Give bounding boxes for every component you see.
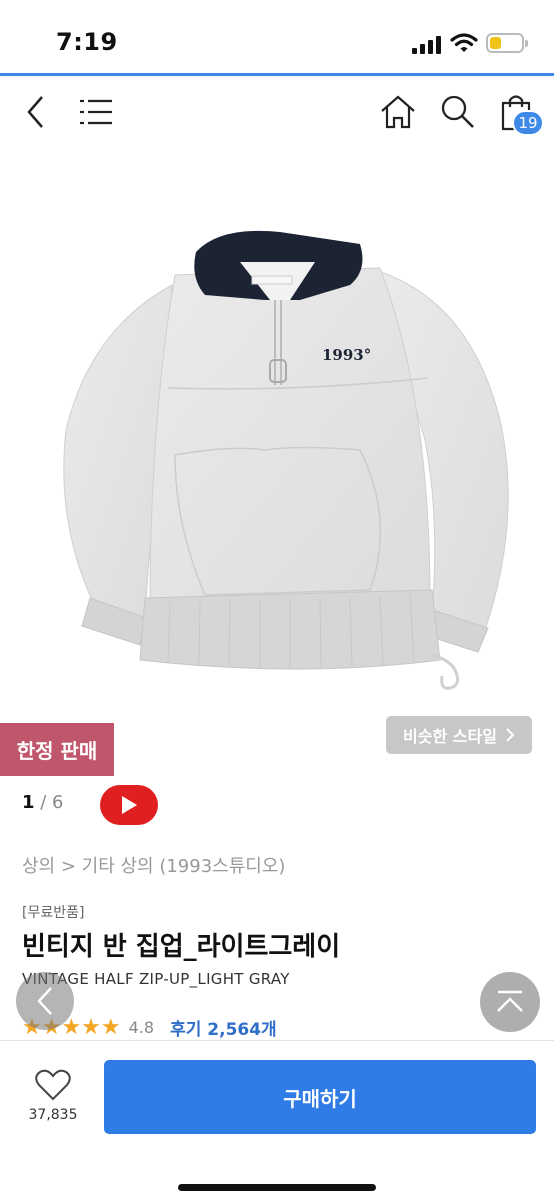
cart-count-badge[interactable]: 19 <box>512 110 544 136</box>
home-icon[interactable] <box>378 92 418 132</box>
chevron-right-icon <box>506 728 515 742</box>
back-icon[interactable] <box>16 92 56 132</box>
bottom-bar: 37,835 구매하기 <box>0 1040 554 1200</box>
status-bar: 7:19 <box>0 0 554 74</box>
like-count: 37,835 <box>28 1107 78 1123</box>
similar-style-label: 비슷한 스타일 <box>403 727 497 746</box>
similar-style-button[interactable]: 비슷한 스타일 <box>386 716 532 754</box>
nav-bar <box>0 76 554 146</box>
video-play-button[interactable] <box>100 785 158 825</box>
pager-total: 6 <box>52 792 64 813</box>
search-icon[interactable] <box>438 92 478 132</box>
buy-button[interactable]: 구매하기 <box>104 1060 536 1134</box>
menu-icon[interactable] <box>76 92 116 132</box>
heart-icon <box>35 1069 71 1101</box>
image-pager: 1 / 6 <box>22 792 64 813</box>
previous-button[interactable] <box>16 972 74 1030</box>
product-title: 빈티지 반 집업_라이트그레이 <box>22 932 341 962</box>
home-indicator <box>178 1184 376 1191</box>
signal-icon <box>412 34 444 54</box>
pager-separator: / <box>34 792 53 813</box>
breadcrumb[interactable]: 상의 > 기타 상의 (1993스튜디오) <box>22 852 285 878</box>
review-count-link[interactable]: 후기 2,564개 <box>170 1015 277 1040</box>
status-time: 7:19 <box>56 28 118 56</box>
play-icon <box>122 796 137 814</box>
wifi-icon <box>450 33 478 52</box>
scroll-top-icon <box>497 990 523 1012</box>
limited-sale-badge: 한정 판매 <box>0 723 114 776</box>
scroll-top-button[interactable] <box>480 972 540 1032</box>
like-button[interactable]: 37,835 <box>22 1069 84 1123</box>
battery-icon <box>486 33 528 53</box>
pager-current: 1 <box>22 792 35 813</box>
rating-score: 4.8 <box>128 1017 155 1037</box>
product-image[interactable]: 1993° <box>0 146 554 776</box>
free-return-tag: [무료반품] <box>22 905 85 921</box>
chevron-left-icon <box>37 987 52 1015</box>
print-logo: 1993° <box>322 346 371 364</box>
